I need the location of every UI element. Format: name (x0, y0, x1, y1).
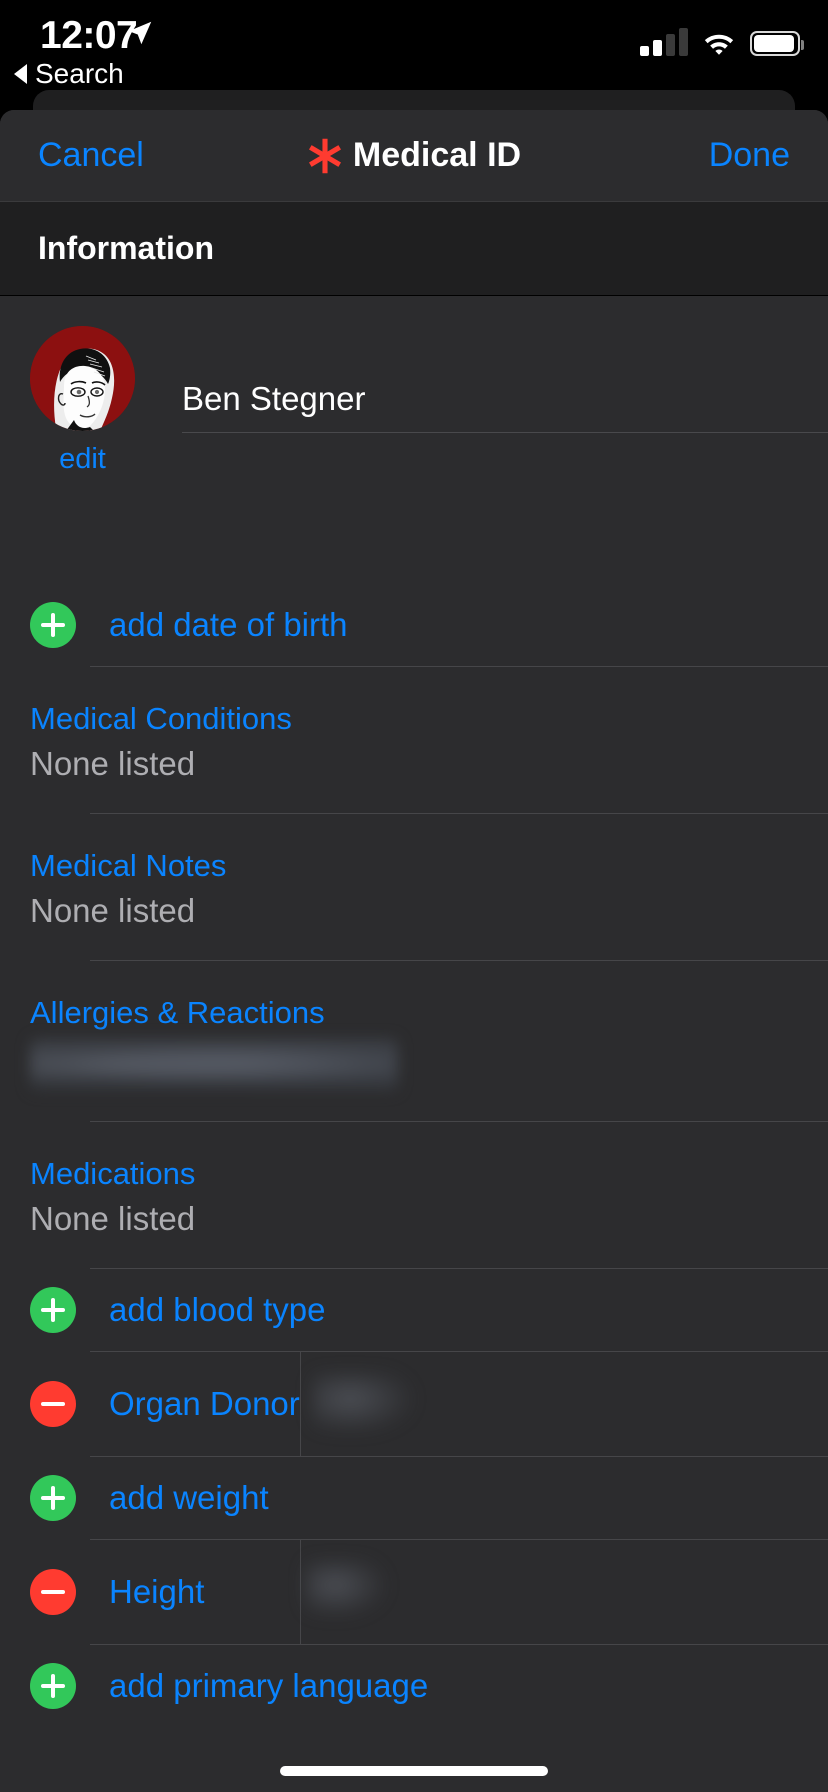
medical-id-form-list: edit Ben Stegner add date of birth Medic… (0, 296, 828, 1727)
phone-screen: 12:07 Search Cancel Medical ID Done Info… (0, 0, 828, 1792)
row-allergies-and-reactions[interactable]: Allergies & Reactions (0, 961, 828, 1121)
back-link-label: Search (35, 58, 124, 89)
row-organ-donor[interactable]: Organ Donor (0, 1352, 828, 1456)
plus-circle-icon[interactable] (30, 1287, 76, 1333)
back-triangle-icon (14, 64, 27, 84)
field-value: None listed (30, 1200, 196, 1237)
field-title: Medical Conditions (30, 701, 292, 736)
field-title: Allergies & Reactions (30, 995, 325, 1030)
vertical-divider (300, 1352, 301, 1456)
navigation-title-text: Medical ID (352, 136, 522, 174)
redacted-value-blur (30, 1039, 398, 1091)
location-arrow-icon (128, 21, 152, 45)
plus-circle-icon[interactable] (30, 1475, 76, 1521)
status-bar: 12:07 (0, 0, 828, 92)
row-add-primary-language[interactable]: add primary language (0, 1645, 828, 1727)
row-medical-notes[interactable]: Medical Notes None listed (0, 814, 828, 960)
name-field-value: Ben Stegner (182, 380, 366, 417)
avatar[interactable] (30, 326, 135, 431)
row-label: add primary language (109, 1667, 429, 1704)
medical-id-sheet: Cancel Medical ID Done Information edit … (0, 110, 828, 1792)
navigation-title: Medical ID (0, 136, 828, 176)
row-label: add weight (109, 1479, 269, 1516)
row-label: add blood type (109, 1291, 326, 1328)
done-button[interactable]: Done (709, 136, 790, 175)
home-indicator-bar[interactable] (280, 1766, 548, 1776)
row-add-weight[interactable]: add weight (0, 1457, 828, 1539)
redacted-value-blur (305, 1560, 385, 1616)
information-section-header: Information (0, 202, 828, 296)
minus-circle-icon[interactable] (30, 1381, 76, 1427)
information-header-title: Information (38, 230, 214, 266)
status-bar-time: 12:07 (40, 14, 138, 57)
field-value: None listed (30, 745, 196, 782)
profile-row: edit Ben Stegner (0, 296, 828, 584)
field-title: Medications (30, 1156, 196, 1191)
row-label: Organ Donor (109, 1385, 300, 1422)
minus-circle-icon[interactable] (30, 1569, 76, 1615)
row-medical-conditions[interactable]: Medical Conditions None listed (0, 667, 828, 813)
field-value: None listed (30, 892, 196, 929)
name-field[interactable]: Ben Stegner (182, 380, 828, 433)
user-avatar-photo (30, 326, 135, 431)
edit-photo-link[interactable]: edit (30, 443, 135, 476)
medical-asterisk-icon (308, 138, 341, 173)
row-add-date-of-birth[interactable]: add date of birth (0, 584, 828, 666)
navigation-bar: Cancel Medical ID Done (0, 110, 828, 202)
row-height[interactable]: Height (0, 1540, 828, 1644)
cellular-signal-icon (640, 28, 688, 56)
avatar-container[interactable]: edit (30, 326, 135, 476)
row-label: add date of birth (109, 606, 348, 643)
status-bar-indicators (640, 28, 804, 56)
wifi-icon (704, 34, 734, 55)
vertical-divider (300, 1540, 301, 1644)
row-add-blood-type[interactable]: add blood type (0, 1269, 828, 1351)
field-title: Medical Notes (30, 848, 227, 883)
plus-circle-icon[interactable] (30, 602, 76, 648)
name-field-underline (182, 432, 828, 433)
back-to-search-link[interactable]: Search (14, 58, 124, 90)
redacted-value-blur (312, 1372, 412, 1432)
plus-circle-icon[interactable] (30, 1663, 76, 1709)
row-medications[interactable]: Medications None listed (0, 1122, 828, 1268)
battery-icon (750, 31, 804, 56)
row-label: Height (109, 1573, 205, 1610)
